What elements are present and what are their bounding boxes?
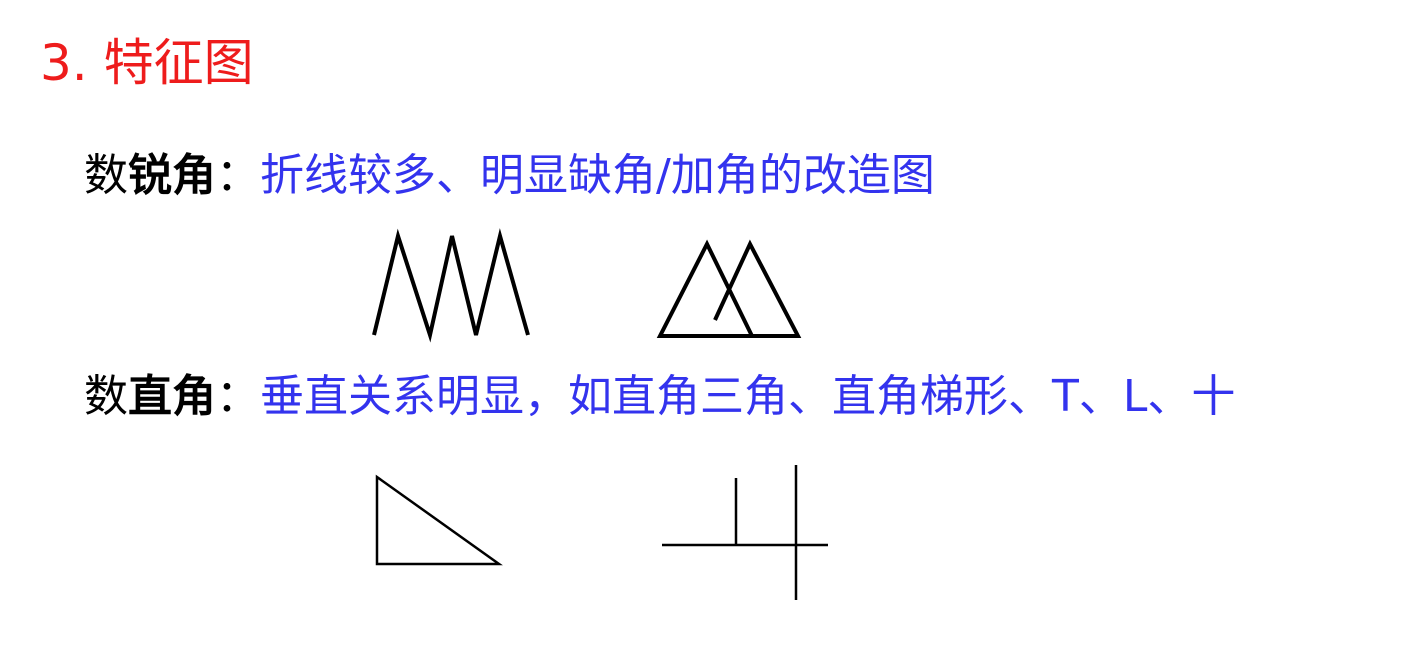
right-prefix: 数 xyxy=(84,371,128,422)
right-keyword: 直角 xyxy=(128,371,216,422)
overlapping-triangles-figure xyxy=(656,239,802,338)
acute-prefix: 数 xyxy=(84,150,128,201)
acute-colon: ： xyxy=(216,150,260,201)
right-colon: ： xyxy=(216,371,260,422)
right-description: 垂直关系明显，如直角三角、直角梯形、T、L、十 xyxy=(260,371,1236,422)
right-angle-line: 数直角：垂直关系明显，如直角三角、直角梯形、T、L、十 xyxy=(84,369,1235,425)
right-triangle-figure xyxy=(375,474,503,566)
zigzag-figure xyxy=(372,228,530,343)
acute-description: 折线较多、明显缺角/加角的改造图 xyxy=(260,150,935,201)
perpendicular-lines-figure xyxy=(662,465,828,600)
section-title: 3. 特征图 xyxy=(40,34,254,92)
acute-keyword: 锐角 xyxy=(128,150,216,201)
acute-angle-line: 数锐角：折线较多、明显缺角/加角的改造图 xyxy=(84,148,935,204)
